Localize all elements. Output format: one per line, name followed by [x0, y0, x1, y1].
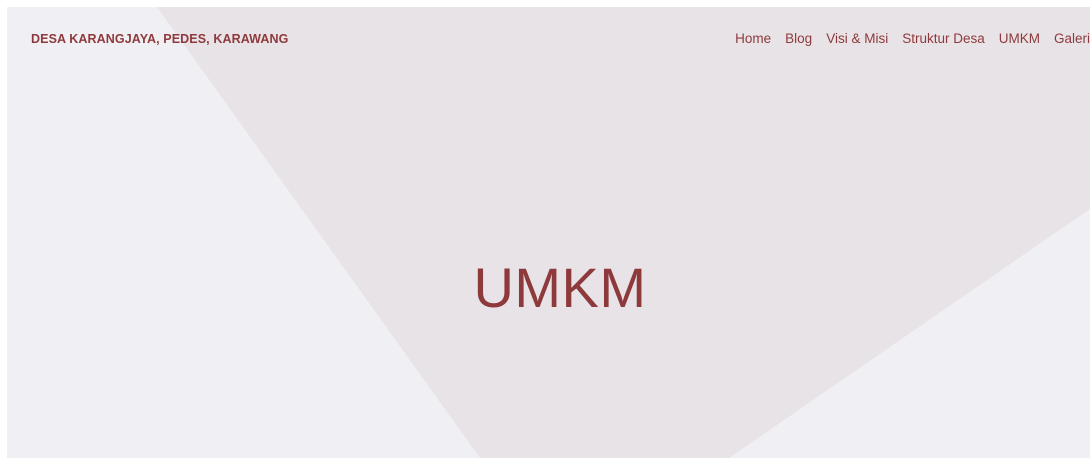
nav-item-home[interactable]: Home [735, 31, 771, 46]
site-title-link[interactable]: DESA KARANGJAYA, PEDES, KARAWANG [31, 32, 288, 46]
main-nav: Home Blog Visi & Misi Struktur Desa UMKM… [721, 31, 1090, 46]
nav-item-struktur-desa[interactable]: Struktur Desa [902, 31, 985, 46]
page-title: UMKM [473, 255, 647, 319]
page-frame: DESA KARANGJAYA, PEDES, KARAWANG Home Bl… [7, 7, 1090, 458]
nav-item-galeri[interactable]: Galeri [1054, 31, 1090, 46]
nav-item-umkm[interactable]: UMKM [999, 31, 1040, 46]
nav-item-visi-misi[interactable]: Visi & Misi [826, 31, 888, 46]
nav-item-blog[interactable]: Blog [785, 31, 812, 46]
background-shape [157, 7, 1090, 458]
site-header: DESA KARANGJAYA, PEDES, KARAWANG Home Bl… [7, 7, 1090, 73]
background-polygon [157, 7, 1090, 458]
